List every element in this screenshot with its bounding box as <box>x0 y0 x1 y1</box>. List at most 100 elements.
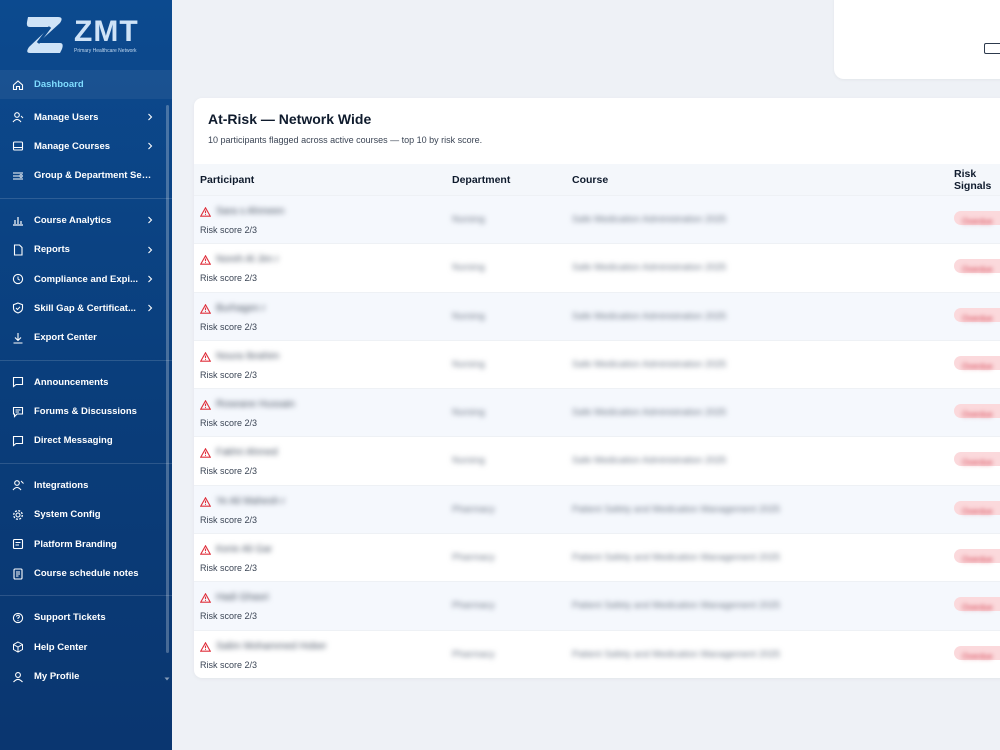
chevron-right-icon <box>148 246 153 254</box>
table-row[interactable]: Noreh Al Jim r Risk score 2/3 Nursing Safe … <box>194 243 1000 291</box>
sidebar-item-label: Course schedule notes <box>34 568 139 580</box>
sidebar-item-label: Manage Users <box>34 111 99 123</box>
user-link-icon <box>12 480 24 491</box>
table-row[interactable]: Ye Ali Mahesh r Risk score 2/3 Pharmacy Pat… <box>194 484 1000 534</box>
course-cell: Patient Safety and Medication Management… <box>572 648 781 660</box>
sidebar-item-skill-gap-certification[interactable]: Skill Gap & Certificat... <box>0 294 172 323</box>
risk-score: Risk score 2/3 <box>200 659 258 670</box>
warning-triangle-icon <box>200 351 211 362</box>
course-cell: Patient Safety and Medication Management… <box>572 552 781 564</box>
risk-signal-label: Overdue <box>962 313 993 323</box>
card-action-button[interactable] <box>984 43 1000 54</box>
participant-name[interactable]: Noreh Al Jim r <box>216 254 279 265</box>
course-cell: Safe Medication Administration 2025 <box>572 310 727 322</box>
message-square-icon <box>12 377 24 388</box>
participant-name[interactable]: Hadi Ghasri <box>216 592 269 603</box>
box-icon <box>13 641 23 653</box>
scroll-down-arrow-icon[interactable] <box>164 676 170 682</box>
column-header-risk-signals[interactable]: Risk Signals <box>954 168 1000 192</box>
risk-signal-label: Overdue <box>962 361 993 371</box>
zmt-logo-icon <box>26 17 63 53</box>
column-header-course[interactable]: Course <box>572 174 608 186</box>
sidebar-item-integrations[interactable]: Integrations <box>0 471 172 500</box>
department-cell: Nursing <box>452 214 485 225</box>
participant-name[interactable]: Fakhri Ahmed <box>216 447 278 458</box>
sidebar-item-label: Direct Messaging <box>34 435 113 447</box>
participant-name[interactable]: Salim Mohammed Hober <box>216 641 327 652</box>
sidebar-item-label: Group & Department Setup <box>34 170 154 182</box>
risk-signal-badge: Overdue <box>954 211 1000 226</box>
participant-name[interactable]: Noura Ibrahim <box>216 351 279 362</box>
table-row[interactable]: Burhagen r Risk score 2/3 Nursing Safe Medi… <box>194 291 1000 340</box>
course-cell: Safe Medication Administration 2025 <box>572 358 727 370</box>
column-header-department[interactable]: Department <box>452 174 510 186</box>
sidebar-item-direct-messaging[interactable]: Direct Messaging <box>0 426 172 455</box>
warning-triangle-icon <box>200 303 211 314</box>
sidebar-item-group-department-setup[interactable]: Group & Department Setup <box>0 161 172 190</box>
sidebar-item-system-config[interactable]: System Config <box>0 500 172 529</box>
participant-name[interactable]: Sara s Ahmeen <box>216 206 284 217</box>
table-row[interactable]: Roseane Hussain Risk score 2/3 Nursing Safe… <box>194 388 1000 437</box>
sidebar-item-platform-branding[interactable]: Platform Branding <box>0 529 172 558</box>
sidebar-item-export-center[interactable]: Export Center <box>0 323 172 352</box>
sidebar-item-dashboard[interactable]: Dashboard <box>0 70 172 100</box>
course-cell: Safe Medication Administration 2025 <box>572 407 727 419</box>
warning-triangle-icon <box>200 641 211 652</box>
participant-name[interactable]: Roseane Hussain <box>216 399 295 410</box>
sidebar-item-compliance-expiry[interactable]: Compliance and Expi... <box>0 264 172 293</box>
divider <box>0 595 172 597</box>
table-row[interactable]: Hadi Ghasri Risk score 2/3 Pharmacy Patient… <box>194 581 1000 630</box>
sidebar-item-course-analytics[interactable]: Course Analytics <box>0 206 172 235</box>
warning-triangle-icon <box>200 496 211 507</box>
department-cell: Nursing <box>452 310 485 322</box>
sidebar-item-my-profile[interactable]: My Profile <box>0 662 172 691</box>
risk-score: Risk score 2/3 <box>200 225 258 235</box>
department-cell: Nursing <box>452 262 485 274</box>
sidebar: ZMT Primary Healthcare Network Dashboard… <box>0 0 172 750</box>
sidebar-item-course-schedule-notes[interactable]: Course schedule notes <box>0 559 172 588</box>
divider <box>0 462 172 464</box>
sidebar-item-support-tickets[interactable]: Support Tickets <box>0 603 172 632</box>
sidebar-item-forums-discussions[interactable]: Forums & Discussions <box>0 397 172 426</box>
sidebar-item-manage-courses[interactable]: Manage Courses <box>0 132 172 161</box>
risk-signal-badge: Overdue <box>954 645 1000 661</box>
sidebar-nav: Dashboard Manage Users Manage Courses Gr… <box>0 70 172 691</box>
risk-score: Risk score 2/3 <box>200 514 258 525</box>
risk-signal-label: Overdue <box>962 603 993 613</box>
sidebar-scrollbar[interactable] <box>166 105 169 653</box>
participant-name[interactable]: Ye Ali Mahesh r <box>216 496 285 507</box>
summary-card <box>834 0 1000 79</box>
participant-name[interactable]: Kerie Ali Gar <box>216 544 272 555</box>
sidebar-item-manage-users[interactable]: Manage Users <box>0 102 172 131</box>
sidebar-item-reports[interactable]: Reports <box>0 235 172 264</box>
sidebar-item-label: Manage Courses <box>34 140 111 152</box>
brand[interactable]: ZMT Primary Healthcare Network <box>0 0 172 70</box>
table-row[interactable]: Noura Ibrahim Risk score 2/3 Nursing Safe M… <box>194 339 1000 388</box>
risk-signal-label: Overdue <box>962 458 993 468</box>
risk-signal-badge: Overdue <box>954 549 1000 564</box>
download-icon <box>13 332 23 344</box>
list-settings-icon <box>13 172 23 180</box>
panel-title: At-Risk — Network Wide <box>208 111 372 127</box>
sidebar-item-help-center[interactable]: Help Center <box>0 633 172 662</box>
table-row[interactable]: Sara s Ahmeen Risk score 2/3 Nursing Safe M… <box>194 195 1000 244</box>
brand-name: ZMT <box>74 14 139 48</box>
risk-signal-label: Overdue <box>962 217 993 226</box>
sidebar-item-label: Forums & Discussions <box>34 406 137 418</box>
column-header-participant[interactable]: Participant <box>200 174 254 186</box>
sidebar-item-label: Reports <box>34 244 70 256</box>
department-cell: Nursing <box>452 407 485 419</box>
table-row[interactable]: Fakhri Ahmed Risk score 2/3 Nursing Safe Me… <box>194 436 1000 484</box>
sidebar-item-announcements[interactable]: Announcements <box>0 368 172 397</box>
chevron-right-icon <box>148 113 153 121</box>
participant-name[interactable]: Burhagen r <box>216 303 265 314</box>
department-cell: Nursing <box>452 358 485 370</box>
sidebar-item-label: Compliance and Expi... <box>34 273 138 285</box>
risk-signal-badge: Overdue <box>954 404 1000 419</box>
risk-signal-badge: Overdue <box>954 597 1000 613</box>
sidebar-item-label: Announcements <box>34 376 109 388</box>
risk-score: Risk score 2/3 <box>200 611 258 622</box>
table-row[interactable]: Kerie Ali Gar Risk score 2/3 Pharmacy Patie… <box>194 533 1000 581</box>
table-row[interactable]: Salim Mohammed Hober Risk score 2/3 Pharma… <box>194 629 1000 678</box>
warning-triangle-icon <box>200 448 211 459</box>
